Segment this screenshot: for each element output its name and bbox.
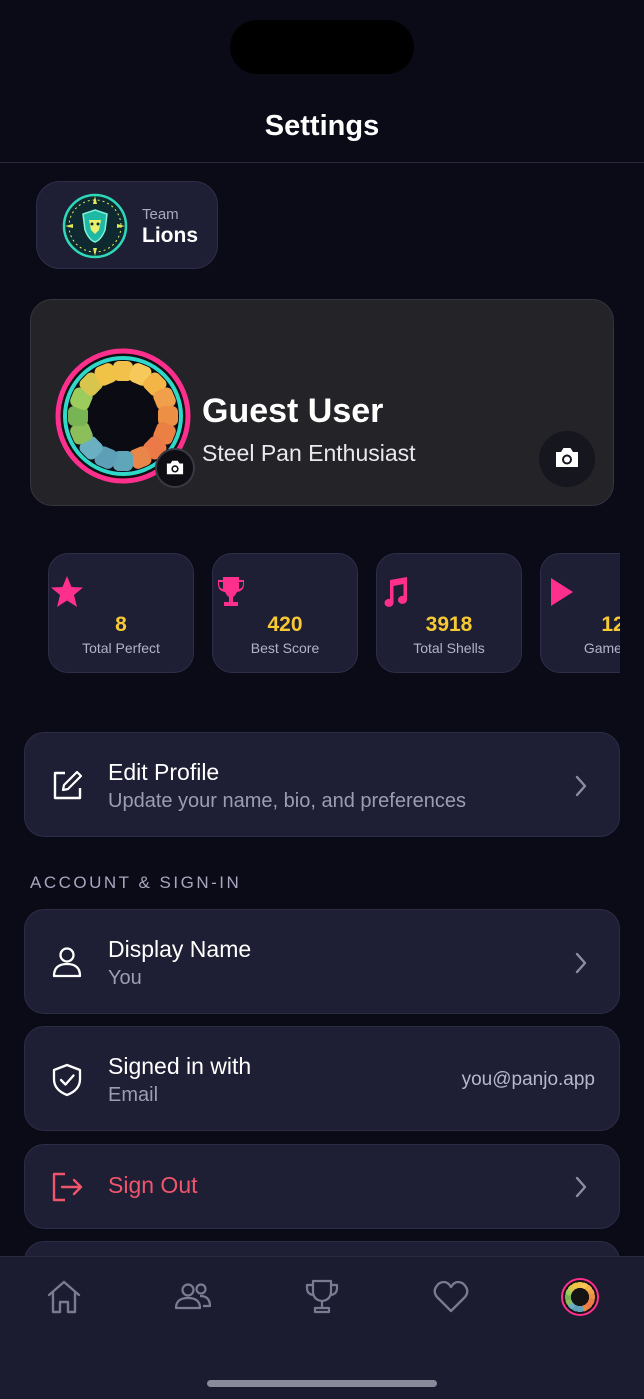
trophy-icon xyxy=(218,577,244,606)
profile-name: Guest User xyxy=(202,392,384,430)
signed-in-email: you@panjo.app xyxy=(461,1069,595,1090)
sign-out-row[interactable]: Sign Out xyxy=(24,1144,620,1229)
star-icon xyxy=(51,576,83,607)
stat-value: 8 xyxy=(115,613,127,636)
profile-card: Guest User Steel Pan Enthusiast xyxy=(30,299,614,506)
display-name-row[interactable]: Display Name You xyxy=(24,909,620,1014)
edit-profile-row[interactable]: Edit Profile Update your name, bio, and … xyxy=(24,732,620,837)
header: Settings xyxy=(0,90,644,163)
signed-in-title: Signed in with xyxy=(108,1053,252,1079)
section-label-account: ACCOUNT & SIGN-IN xyxy=(30,873,242,892)
stat-value: 12 xyxy=(601,613,620,636)
signed-in-method: Email xyxy=(108,1084,159,1106)
team-name: Lions xyxy=(142,224,198,247)
sign-out-icon xyxy=(52,1172,83,1202)
stat-card-best-score: 420 Best Score xyxy=(212,553,358,673)
music-note-icon xyxy=(384,577,407,607)
sign-out-label: Sign Out xyxy=(108,1172,198,1198)
play-icon xyxy=(551,578,573,606)
stat-label: Total Shells xyxy=(413,640,485,656)
edit-profile-subtitle: Update your name, bio, and preferences xyxy=(108,790,466,812)
heart-icon[interactable] xyxy=(431,1277,471,1317)
stat-value: 420 xyxy=(267,613,303,636)
home-icon[interactable] xyxy=(44,1277,84,1317)
stat-value: 3918 xyxy=(425,613,473,636)
cover-camera-button[interactable] xyxy=(539,431,595,487)
stat-card-shells: 3918 Total Shells xyxy=(376,553,522,673)
camera-icon xyxy=(166,460,184,475)
stat-label: Best Score xyxy=(250,640,320,656)
edit-profile-title: Edit Profile xyxy=(108,759,220,785)
person-icon xyxy=(52,947,82,978)
shield-check-icon xyxy=(52,1063,82,1097)
chevron-right-icon xyxy=(575,775,587,797)
signed-in-row: Signed in with Email you@panjo.app xyxy=(24,1026,620,1131)
chevron-right-icon xyxy=(575,1176,587,1198)
friends-icon[interactable] xyxy=(173,1277,213,1317)
trophy-icon[interactable] xyxy=(302,1277,342,1317)
tab-bar xyxy=(0,1256,644,1399)
avatar-camera-button[interactable] xyxy=(155,448,195,488)
team-label: Team xyxy=(142,206,179,223)
camera-icon xyxy=(556,448,578,467)
dynamic-island xyxy=(230,20,414,74)
team-card[interactable]: Team Lions xyxy=(36,181,218,269)
profile-pan-icon[interactable] xyxy=(560,1277,600,1317)
display-name-value: You xyxy=(108,967,142,989)
chevron-right-icon xyxy=(575,952,587,974)
stat-label: Games P xyxy=(583,640,620,656)
edit-icon xyxy=(53,770,83,800)
page-title: Settings xyxy=(264,110,380,142)
stat-label: Total Perfect xyxy=(82,640,160,656)
stats-row[interactable]: 8 Total Perfect 420 Best Score 3918 Tota… xyxy=(48,553,620,673)
lion-shield-compass-icon xyxy=(62,193,128,259)
display-name-title: Display Name xyxy=(108,936,252,962)
stat-card-perfect: 8 Total Perfect xyxy=(48,553,194,673)
home-indicator xyxy=(207,1380,437,1387)
profile-subtitle: Steel Pan Enthusiast xyxy=(202,440,416,466)
stat-card-games: 12 Games P xyxy=(540,553,620,673)
